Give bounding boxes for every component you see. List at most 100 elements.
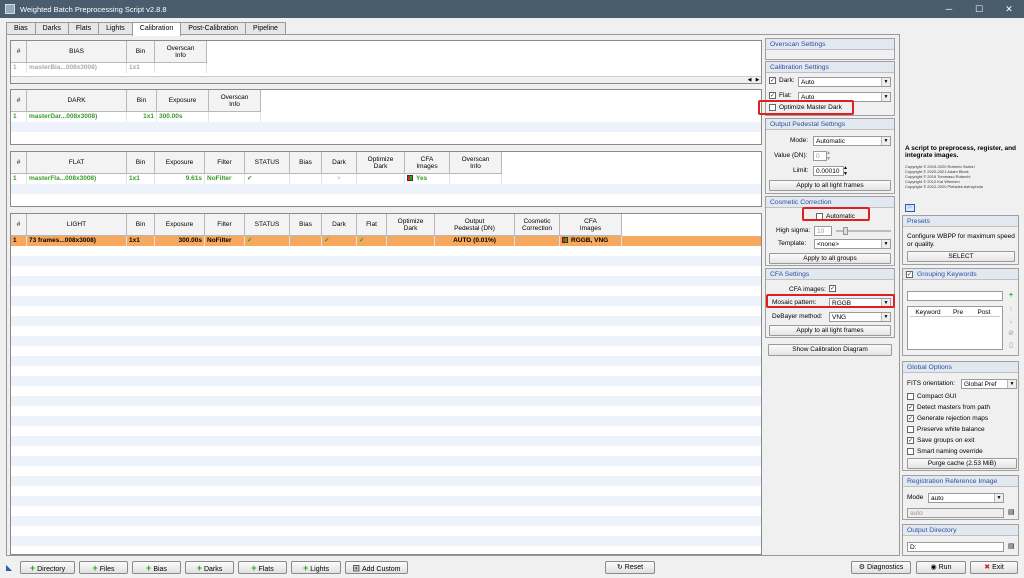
show-calibration-diagram-button[interactable]: Show Calibration Diagram <box>768 344 892 356</box>
pedestal-mode-select[interactable]: Automatic ▼ <box>813 136 891 146</box>
run-button[interactable]: ◉ Run <box>916 561 966 574</box>
col-header[interactable]: CFA Images <box>560 214 622 236</box>
option-checkbox[interactable] <box>907 448 914 455</box>
col-header[interactable]: # <box>11 41 27 63</box>
col-header[interactable]: DARK <box>27 90 127 112</box>
col-header[interactable]: Dark <box>322 152 357 174</box>
section-title[interactable]: Global Options <box>903 362 1018 373</box>
col-header[interactable]: Filter <box>205 214 245 236</box>
section-title[interactable]: Calibration Settings <box>766 62 894 73</box>
col-header[interactable]: # <box>11 90 27 112</box>
option-checkbox[interactable]: ✓ <box>907 437 914 444</box>
global-option[interactable]: ✓ Save groups on exit <box>907 437 974 444</box>
global-option[interactable]: Smart naming override <box>907 448 983 455</box>
apply-cosmetic-button[interactable]: Apply to all groups <box>769 253 891 264</box>
registration-reference-field[interactable]: auto <box>907 508 1004 518</box>
col-header[interactable]: Bias <box>290 214 322 236</box>
col-header[interactable]: CFA Images <box>405 152 450 174</box>
folder-icon[interactable]: ▤ <box>1008 508 1015 516</box>
dark-table[interactable]: # DARK Bin Exposure Overscan Info 1 mast… <box>10 89 762 145</box>
add-bias-button[interactable]: + Bias <box>132 561 181 574</box>
horizontal-scrollbar[interactable]: ◀ ▶ <box>11 76 761 83</box>
global-option[interactable]: Compact GUI <box>907 393 956 400</box>
bias-table[interactable]: # BIAS Bin Overscan Info 1 masterBia...0… <box>10 40 762 84</box>
option-checkbox[interactable]: ✓ <box>907 415 914 422</box>
add-custom-button[interactable]: ⊞ Add Custom <box>345 561 408 574</box>
section-title[interactable]: Presets <box>903 216 1018 227</box>
section-title[interactable]: Overscan Settings <box>766 39 894 50</box>
folder-icon[interactable]: ▤ <box>1008 542 1015 550</box>
global-option[interactable]: Preserve white balance <box>907 426 985 433</box>
apply-pedestal-button[interactable]: Apply to all light frames <box>769 180 891 191</box>
close-button[interactable]: ✕ <box>994 0 1024 18</box>
table-row[interactable]: 1 masterDar...008x3008) 1x1 300.00s <box>11 112 261 122</box>
fits-orientation-select[interactable]: Global Pref ▼ <box>961 379 1017 389</box>
arrow-down-icon[interactable]: ↓ <box>1007 318 1015 326</box>
diagnostics-button[interactable]: ⚙ Diagnostics <box>851 561 911 574</box>
col-header[interactable]: Exposure <box>157 90 209 112</box>
option-checkbox[interactable] <box>907 393 914 400</box>
col-header[interactable]: Output Pedestal (DN) <box>435 214 515 236</box>
col-header[interactable]: Cosmetic Correction <box>515 214 560 236</box>
registration-mode-select[interactable]: auto ▼ <box>928 493 1004 503</box>
col-header[interactable]: STATUS <box>245 152 290 174</box>
grouping-checkbox[interactable]: ✓ <box>906 271 913 278</box>
dark-checkbox[interactable]: ✓ <box>769 77 776 84</box>
section-title[interactable]: Grouping Keywords <box>903 269 1018 280</box>
col-header[interactable]: Bin <box>127 90 157 112</box>
scroll-right-icon[interactable]: ▶ <box>754 77 761 83</box>
col-header[interactable]: Bin <box>127 41 155 63</box>
col-header[interactable]: Dark <box>322 214 357 236</box>
col-header[interactable]: Bin <box>127 152 155 174</box>
col-header[interactable]: # <box>11 214 27 236</box>
add-files-button[interactable]: + Files <box>79 561 128 574</box>
info-icon[interactable]: ⚐ <box>905 204 915 212</box>
spin-icon[interactable]: ▲ ▼ <box>843 165 848 177</box>
table-row[interactable]: 1 masterBia...008x3008) 1x1 <box>11 63 207 73</box>
maximize-button[interactable]: ☐ <box>964 0 994 18</box>
col-header[interactable]: Flat <box>357 214 387 236</box>
col-header[interactable]: Overscan Info <box>155 41 207 63</box>
col-header[interactable]: STATUS <box>245 214 290 236</box>
pedestal-limit-field[interactable]: 0.00010 <box>813 166 844 176</box>
flat-checkbox[interactable]: ✓ <box>769 92 776 99</box>
flat-table[interactable]: # FLAT Bin Exposure Filter STATUS Bias D… <box>10 151 762 207</box>
section-title[interactable]: Registration Reference Image <box>903 476 1018 487</box>
add-directory-button[interactable]: + Directory <box>20 561 75 574</box>
section-title[interactable]: Output Pedestal Settings <box>766 119 894 130</box>
col-header[interactable]: Overscan Info <box>209 90 261 112</box>
spin-icon[interactable]: ▲ ▼ <box>826 150 831 162</box>
template-select[interactable]: <none> ▼ <box>814 239 891 249</box>
add-flats-button[interactable]: + Flats <box>238 561 287 574</box>
add-darks-button[interactable]: + Darks <box>185 561 234 574</box>
col-header[interactable]: Overscan Info <box>450 152 502 174</box>
dark-select[interactable]: Auto ▼ <box>798 77 891 87</box>
col-header[interactable]: LIGHT <box>27 214 127 236</box>
light-table[interactable]: # LIGHT Bin Exposure Filter STATUS Bias … <box>10 213 762 555</box>
col-header[interactable]: Exposure <box>155 152 205 174</box>
high-sigma-field[interactable]: 10 <box>814 226 832 236</box>
col-header[interactable]: Optimize Dark <box>357 152 405 174</box>
col-header[interactable]: Optimize Dark <box>387 214 435 236</box>
scroll-left-icon[interactable]: ◀ <box>746 77 753 83</box>
pedestal-value-field[interactable]: 0 <box>813 151 827 161</box>
keyword-input[interactable] <box>907 291 1003 301</box>
col-header[interactable]: # <box>11 152 27 174</box>
reset-button[interactable]: ↻ Reset <box>605 561 655 574</box>
new-instance-icon[interactable]: ◣ <box>6 563 12 572</box>
col-header[interactable]: BIAS <box>27 41 127 63</box>
apply-cfa-button[interactable]: Apply to all light frames <box>769 325 891 336</box>
tab-calibration[interactable]: Calibration <box>131 22 182 36</box>
presets-select-button[interactable]: SELECT <box>907 251 1015 262</box>
col-header[interactable]: Bin <box>127 214 155 236</box>
debayer-method-select[interactable]: VNG ▼ <box>829 312 891 322</box>
table-row[interactable]: 1 73 frames...008x3008) 1x1 300.00s NoFi… <box>11 236 761 246</box>
output-directory-field[interactable]: D: <box>907 542 1004 552</box>
add-icon[interactable]: + <box>1007 292 1015 300</box>
arrow-up-icon[interactable]: ↑ <box>1007 306 1015 314</box>
col-header[interactable]: FLAT <box>27 152 127 174</box>
global-option[interactable]: ✓ Detect masters from path <box>907 404 990 411</box>
link-icon[interactable]: ⊘ <box>1007 330 1015 338</box>
col-header[interactable]: Bias <box>290 152 322 174</box>
option-checkbox[interactable] <box>907 426 914 433</box>
